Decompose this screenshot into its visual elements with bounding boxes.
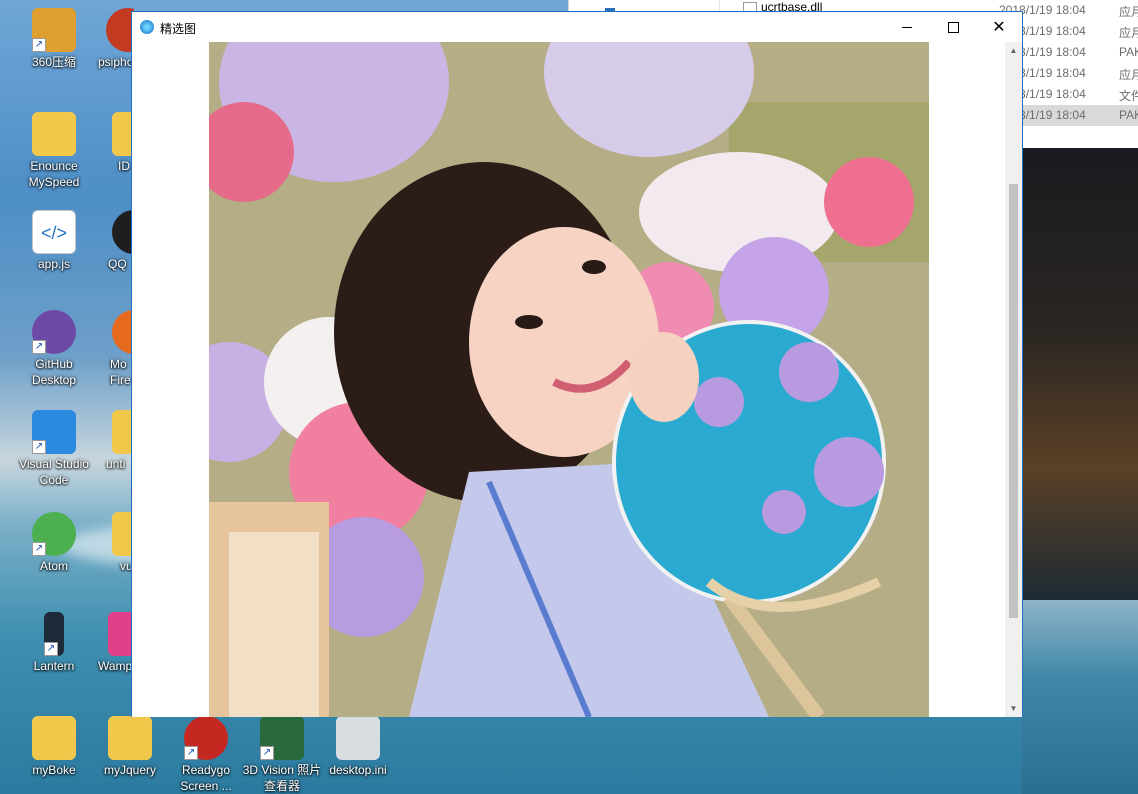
desktop-icon-label: app.js <box>37 257 71 271</box>
desktop-icon-label: vu <box>120 559 133 573</box>
archive-icon: ↗ <box>32 8 76 52</box>
readygo-icon: ↗ <box>184 716 228 760</box>
desktop-icon-label: Wamp <box>98 659 133 673</box>
file-type: 应月 <box>1119 5 1138 19</box>
wallpaper-cliff <box>1022 148 1138 603</box>
portrait-photo-illustration <box>209 42 929 717</box>
scrollbar-thumb[interactable] <box>1009 184 1018 618</box>
desktop-icon-qq[interactable]: QQ <box>90 210 134 272</box>
desktop-icon-360[interactable]: ↗ 360压缩 <box>14 8 94 70</box>
folder-icon <box>32 112 76 156</box>
minimize-button[interactable] <box>884 12 930 42</box>
desktop-icon-label: 360压缩 <box>31 55 77 69</box>
desktop-icon-label: myBoke <box>32 763 76 777</box>
atom-icon: ↗ <box>32 512 76 556</box>
scroll-up-icon[interactable]: ▲ <box>1005 42 1022 59</box>
js-file-icon: </> <box>32 210 76 254</box>
desktop-icon-label: myJquery <box>103 763 156 777</box>
desktop-icon-vscode[interactable]: ↗ Visual Studio Code <box>14 410 94 488</box>
folder-icon <box>108 716 152 760</box>
desktop-icon-id[interactable]: ID <box>90 112 134 174</box>
maximize-button[interactable] <box>930 12 976 42</box>
desktop-icon-wamp[interactable]: Wamp <box>90 612 134 674</box>
file-type: PAK <box>1119 45 1138 59</box>
image-content-area[interactable] <box>132 42 1007 717</box>
close-button[interactable]: ✕ <box>976 12 1022 42</box>
desktop-icon-label: Visual Studio Code <box>19 457 89 487</box>
portrait-photo <box>209 42 929 717</box>
3d-vision-icon: ↗ <box>260 716 304 760</box>
desktop-icon-firefox[interactable]: Mo Fire <box>90 310 134 388</box>
file-type: 文件 <box>1119 89 1138 103</box>
chrome-icon <box>32 716 76 760</box>
desktop-icon-readygo[interactable]: ↗ Readygo Screen ... <box>166 716 246 794</box>
desktop-icon-label: Lantern <box>33 659 75 673</box>
file-type: PAK <box>1119 108 1138 122</box>
ini-file-icon <box>336 716 380 760</box>
desktop-icon-myboke[interactable]: myBoke <box>14 716 94 778</box>
desktop-icon-label: Readygo Screen ... <box>180 763 232 793</box>
desktop-icon-appjs[interactable]: </> app.js <box>14 210 94 272</box>
image-viewer-window[interactable]: 精选图 ✕ ▲ ▼ <box>131 11 1023 717</box>
file-type: 应月 <box>1119 26 1138 40</box>
desktop-icon-3dvision[interactable]: ↗ 3D Vision 照片查看器 <box>242 716 322 794</box>
window-title: 精选图 <box>160 22 197 36</box>
app-icon <box>140 20 154 34</box>
desktop-icon-label: psiphon <box>98 55 134 69</box>
desktop-icon-vu[interactable]: vu <box>90 512 134 574</box>
lantern-icon: ↗ <box>44 612 64 656</box>
desktop-icon-label: QQ <box>108 257 127 271</box>
desktop-icon-label: unti <box>106 457 126 471</box>
desktop-icon-label: Atom <box>39 559 68 573</box>
desktop-icon-atom[interactable]: ↗ Atom <box>14 512 94 574</box>
desktop-icon-enounce[interactable]: Enounce MySpeed <box>14 112 94 190</box>
desktop-icon-label: Enounce MySpeed <box>28 159 80 189</box>
desktop-icon-desktop-ini[interactable]: desktop.ini <box>318 716 398 778</box>
minimize-icon <box>902 26 912 28</box>
desktop-icon-myjquery[interactable]: myJquery <box>90 716 170 778</box>
github-icon: ↗ <box>32 310 76 354</box>
title-bar[interactable]: 精选图 ✕ <box>132 12 1022 42</box>
desktop-icon-untitled[interactable]: unti <box>90 410 134 472</box>
desktop-icon-github[interactable]: ↗ GitHub Desktop <box>14 310 94 388</box>
vertical-scrollbar[interactable]: ▲ ▼ <box>1005 42 1022 717</box>
wallpaper-sea <box>1022 600 1138 794</box>
desktop-icon-lantern[interactable]: ↗ Lantern <box>14 612 94 674</box>
vscode-icon: ↗ <box>32 410 76 454</box>
psiphon-icon <box>106 8 134 52</box>
close-icon: ✕ <box>992 19 1006 36</box>
maximize-icon <box>947 21 959 33</box>
desktop-icon-label: 3D Vision 照片查看器 <box>242 763 322 793</box>
desktop-icon-label: Mo Fire <box>110 357 131 387</box>
scroll-down-icon[interactable]: ▼ <box>1005 700 1022 717</box>
desktop-icon-label: desktop.ini <box>329 763 387 777</box>
file-type: 应月 <box>1119 68 1138 82</box>
desktop-icon-label: GitHub Desktop <box>31 357 77 387</box>
desktop-icon-label: ID <box>118 159 130 173</box>
desktop-icon-psiphon[interactable]: psiphon <box>90 8 134 70</box>
